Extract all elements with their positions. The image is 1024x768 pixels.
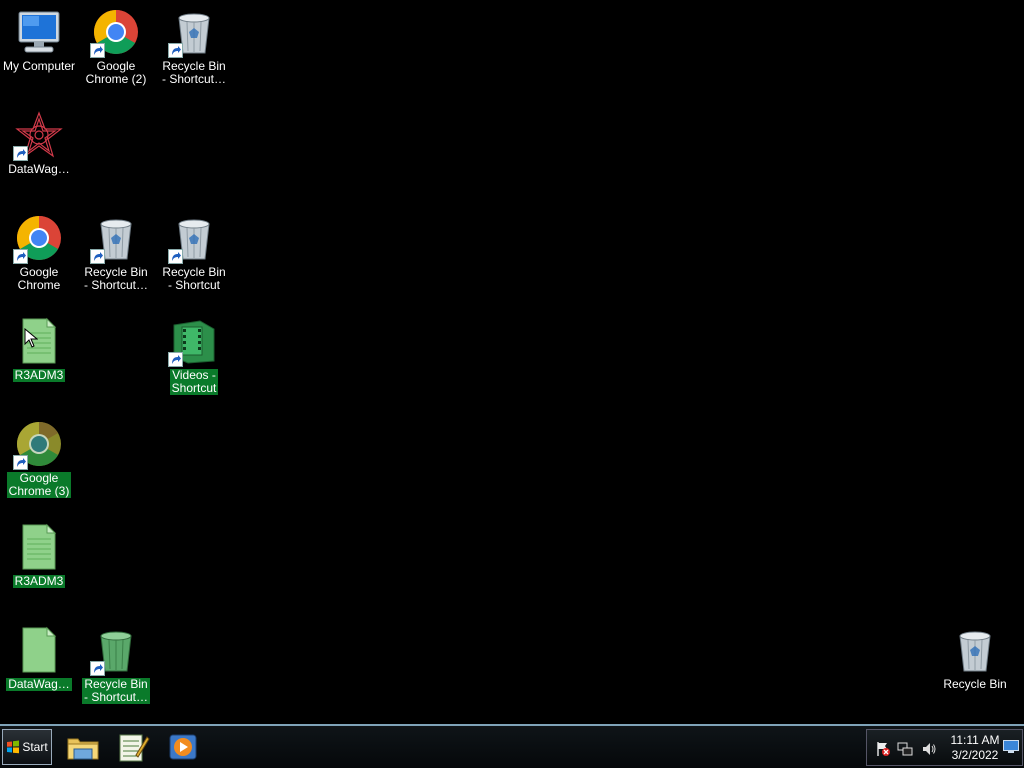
shortcut-arrow-icon [168,352,183,367]
icon-label: Recycle Bin - Shortcut [162,265,226,292]
shortcut-arrow-icon [168,43,183,58]
icon-label: Google Chrome [17,265,61,292]
desktop-icon-datawag-file[interactable]: DataWag… [0,620,78,716]
shortcut-arrow-icon [168,249,183,264]
desktop[interactable]: My Computer Google Chrome (2) Recycle Bi… [0,0,1024,724]
system-tray: 11:11 AM 3/2/2022 [866,729,1023,766]
desktop-icon-recycle-bin-shortcut[interactable]: Recycle Bin - Shortcut… [77,208,155,304]
computer-icon [15,8,63,56]
recycle-bin-icon [951,626,999,674]
shortcut-arrow-icon [13,249,28,264]
media-player-icon[interactable] [166,731,200,763]
icon-label: DataWag… [8,162,70,176]
desktop-icon-google-chrome-3[interactable]: Google Chrome (3) [0,414,78,510]
icon-label: Google Chrome (3) [6,471,72,498]
desktop-icon-recycle-bin-shortcut[interactable]: Recycle Bin - Shortcut… [155,2,233,98]
recycle-bin-icon [90,214,140,264]
recycle-bin-icon [168,8,218,58]
desktop-icon-recycle-bin-shortcut[interactable]: Recycle Bin - Shortcut [155,208,233,304]
clock-time: 11:11 AM [950,733,1000,747]
videos-folder-icon [168,317,218,367]
desktop-icon-r3adm3[interactable]: R3ADM3 [0,311,78,407]
shortcut-arrow-icon [90,249,105,264]
icon-label: Recycle Bin - Shortcut… [161,59,227,86]
network-icon[interactable] [897,741,913,757]
clock-date: 3/2/2022 [951,748,999,762]
shortcut-arrow-icon [13,455,28,470]
mouse-pointer-icon [24,328,38,348]
shortcut-arrow-icon [90,661,105,676]
start-label: Start [22,740,48,754]
desktop-icon-recycle-bin-shortcut[interactable]: Recycle Bin - Shortcut… [77,620,155,716]
start-button[interactable]: Start [2,729,52,765]
text-file-icon [15,317,63,365]
desktop-icon-recycle-bin[interactable]: Recycle Bin [936,620,1014,716]
text-file-icon [15,523,63,571]
datawag-app-icon [13,111,63,161]
desktop-icon-r3adm3[interactable]: R3ADM3 [0,517,78,613]
shortcut-arrow-icon [90,43,105,58]
desktop-icon-google-chrome[interactable]: Google Chrome [0,208,78,304]
icon-label: Google Chrome (2) [85,59,147,86]
icon-label: My Computer [2,59,76,73]
recycle-bin-icon [90,626,140,676]
action-center-flag-icon[interactable] [875,741,891,757]
icon-label: Recycle Bin - Shortcut… [81,677,151,704]
desktop-icon-datawag[interactable]: DataWag… [0,105,78,201]
icon-label: Recycle Bin [943,677,1007,691]
show-desktop-icon[interactable] [1003,740,1019,754]
icon-label: R3ADM3 [12,574,66,588]
windows-logo-icon [7,740,20,754]
volume-icon[interactable] [921,741,937,757]
taskbar: Start 11:11 AM 3/2/2022 [0,724,1024,768]
shortcut-arrow-icon [13,146,28,161]
icon-label: Videos - Shortcut [169,368,219,395]
desktop-icon-my-computer[interactable]: My Computer [0,2,78,98]
chrome-icon [90,8,140,58]
chrome-icon [13,214,63,264]
icon-label: DataWag… [6,677,72,691]
clock[interactable]: 11:11 AM 3/2/2022 [943,733,1007,763]
file-explorer-icon[interactable] [66,731,100,763]
chrome-icon [13,420,63,470]
text-file-icon [15,626,63,674]
icon-label: R3ADM3 [12,368,66,382]
desktop-icon-videos-shortcut[interactable]: Videos - Shortcut [155,311,233,407]
desktop-icon-google-chrome-2[interactable]: Google Chrome (2) [77,2,155,98]
icon-label: Recycle Bin - Shortcut… [83,265,149,292]
notepad-icon[interactable] [116,731,150,763]
recycle-bin-icon [168,214,218,264]
